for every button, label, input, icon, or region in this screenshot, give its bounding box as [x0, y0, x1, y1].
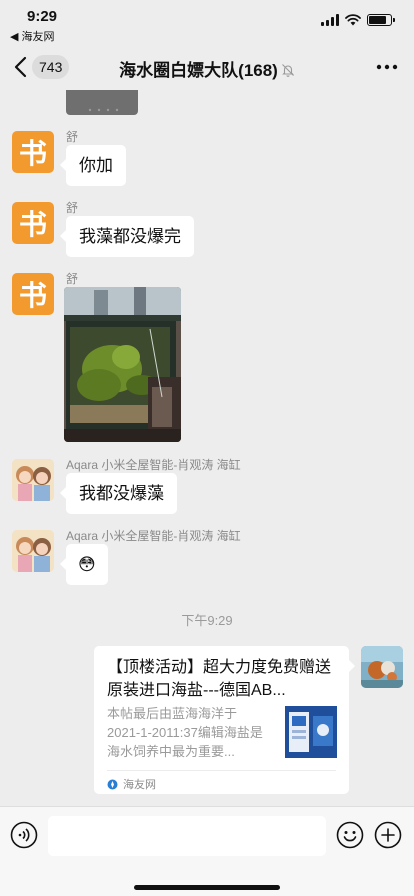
message-list[interactable]: 书 舒 你加 书 舒 我藻都没爆完 书 舒 Aqara 小米全屋智能-肖观涛 海…	[0, 90, 414, 806]
image-page-dots	[88, 108, 119, 112]
bell-off-icon	[281, 64, 294, 77]
compass-icon	[107, 779, 118, 789]
status-icons	[321, 14, 395, 26]
signal-icon	[321, 14, 339, 26]
time-divider: 下午9:29	[181, 613, 233, 628]
message-bubble[interactable]: 我藻都没爆完	[60, 216, 194, 257]
avatar[interactable]: 书	[12, 131, 54, 173]
voice-icon[interactable]	[10, 821, 38, 849]
card-title: 【顶楼活动】超大力度免费赠送原装进口海盐---德国AB...	[107, 659, 332, 699]
emoji-message[interactable]: 😳	[60, 544, 108, 585]
message-bubble[interactable]: 我都没爆藻	[60, 473, 177, 514]
card-thumbnail	[285, 706, 337, 758]
status-bar: 9:29 ◀ 海友网	[0, 0, 414, 44]
sender-name: 舒	[66, 201, 79, 215]
avatar[interactable]	[12, 459, 54, 501]
card-source-name: 海友网	[123, 779, 156, 791]
message-input[interactable]	[48, 816, 326, 856]
sender-name: Aqara 小米全屋智能-肖观涛 海缸	[66, 458, 241, 472]
back-to-app-link[interactable]: ◀ 海友网	[10, 28, 55, 44]
avatar[interactable]: 书	[12, 273, 54, 315]
home-indicator[interactable]	[134, 885, 280, 890]
sender-name: Aqara 小米全屋智能-肖观涛 海缸	[66, 529, 241, 543]
chat-title: 海水圈白嫖大队(168)	[0, 56, 414, 81]
chat-header: 743 海水圈白嫖大队(168)	[0, 44, 414, 90]
link-card-message[interactable]: 【顶楼活动】超大力度免费赠送原装进口海盐---德国AB... 本帖最后由蓝海海洋…	[94, 646, 355, 794]
sender-name: 舒	[66, 272, 79, 286]
status-time: 9:29	[27, 8, 58, 25]
wifi-icon	[345, 14, 361, 26]
avatar[interactable]	[12, 530, 54, 572]
input-bar	[0, 806, 414, 896]
battery-icon	[367, 14, 395, 26]
aquarium-photo[interactable]	[64, 287, 181, 442]
card-divider	[107, 770, 336, 771]
card-source: 海友网	[107, 776, 156, 792]
plus-icon[interactable]	[374, 821, 402, 849]
chat-title-text: 海水圈白嫖大队(168)	[119, 61, 278, 80]
sender-name: 舒	[66, 130, 79, 144]
card-description: 本帖最后由蓝海海洋于 2021-1-2011:37编辑海盐是海水饲养中最为重要.…	[107, 706, 263, 759]
message-bubble[interactable]: 你加	[60, 145, 126, 186]
emoji-icon[interactable]	[336, 821, 364, 849]
avatar[interactable]: 书	[12, 202, 54, 244]
my-avatar[interactable]	[361, 646, 403, 688]
more-dots-icon[interactable]	[376, 59, 398, 75]
